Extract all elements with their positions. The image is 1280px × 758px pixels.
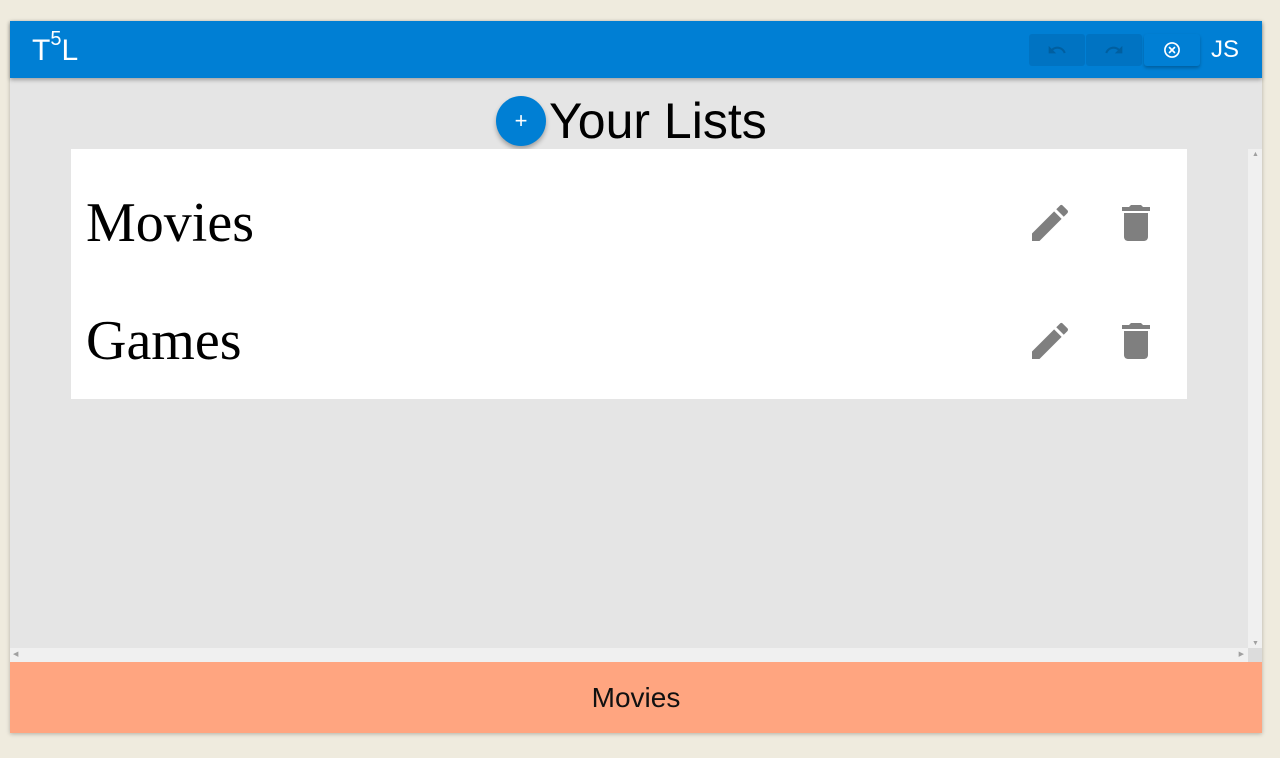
page-title: Your Lists <box>549 93 767 149</box>
edit-list-button[interactable] <box>1026 317 1074 365</box>
close-list-button[interactable] <box>1144 34 1200 66</box>
redo-button[interactable] <box>1086 34 1142 66</box>
list-item[interactable]: Games <box>71 279 1187 397</box>
redo-icon <box>1105 45 1123 54</box>
app-logo[interactable]: T5L <box>32 29 78 71</box>
scroll-left-arrow-icon[interactable]: ◀ <box>13 650 18 658</box>
scroll-up-arrow-icon[interactable]: ▲ <box>1252 151 1259 158</box>
scroll-right-arrow-icon[interactable]: ▶ <box>1239 650 1244 658</box>
status-footer: Movies <box>10 662 1262 733</box>
vertical-scrollbar[interactable]: ▲ ▼ <box>1248 149 1262 649</box>
horizontal-scrollbar[interactable]: ◀ ▶ <box>10 648 1248 662</box>
scrollbar-corner <box>1248 648 1262 662</box>
undo-button[interactable] <box>1029 34 1085 66</box>
app-window: T5L JS + Your Lists Movies Games ▲ ▼ ◀ ▶… <box>10 21 1262 733</box>
trash-icon <box>1122 205 1150 241</box>
heading-row: + Your Lists <box>10 87 1262 149</box>
edit-list-button[interactable] <box>1026 199 1074 247</box>
trash-icon <box>1122 323 1150 359</box>
lists-panel: Movies Games <box>71 149 1187 399</box>
delete-list-button[interactable] <box>1112 199 1160 247</box>
current-list-label: Movies <box>591 681 681 713</box>
undo-icon <box>1048 45 1066 54</box>
list-item[interactable]: Movies <box>71 161 1187 279</box>
scroll-down-arrow-icon[interactable]: ▼ <box>1252 640 1259 647</box>
close-circle-icon <box>1164 42 1180 58</box>
app-bar: T5L JS <box>10 21 1262 78</box>
add-list-button[interactable]: + <box>496 96 546 146</box>
pencil-icon <box>1032 204 1069 241</box>
delete-list-button[interactable] <box>1112 317 1160 365</box>
list-name[interactable]: Games <box>86 309 242 373</box>
user-initials[interactable]: JS <box>1211 37 1239 63</box>
pencil-icon <box>1032 322 1069 359</box>
list-name[interactable]: Movies <box>86 191 254 255</box>
